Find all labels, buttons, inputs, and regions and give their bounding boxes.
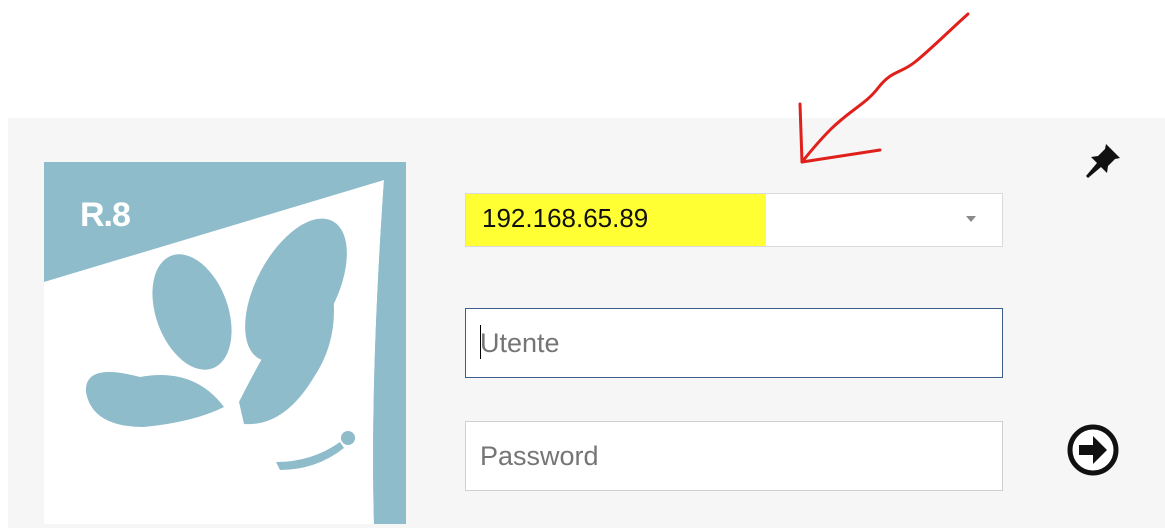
username-input[interactable] bbox=[466, 309, 1002, 377]
password-field[interactable] bbox=[465, 421, 1003, 491]
username-field[interactable] bbox=[465, 308, 1003, 378]
logo-version-label: R.8 bbox=[80, 196, 131, 234]
app-logo: R.8 bbox=[44, 162, 406, 524]
password-input[interactable] bbox=[466, 422, 1002, 490]
red-arrow-annotation bbox=[780, 0, 980, 180]
server-value: 192.168.65.89 bbox=[482, 203, 649, 233]
login-button[interactable] bbox=[1066, 423, 1120, 477]
pin-icon[interactable] bbox=[1080, 136, 1124, 180]
server-select[interactable]: 192.168.65.89 bbox=[465, 193, 1003, 247]
text-caret bbox=[480, 325, 481, 359]
chevron-down-icon[interactable] bbox=[966, 216, 976, 222]
arrow-right-circle-icon bbox=[1067, 424, 1119, 476]
